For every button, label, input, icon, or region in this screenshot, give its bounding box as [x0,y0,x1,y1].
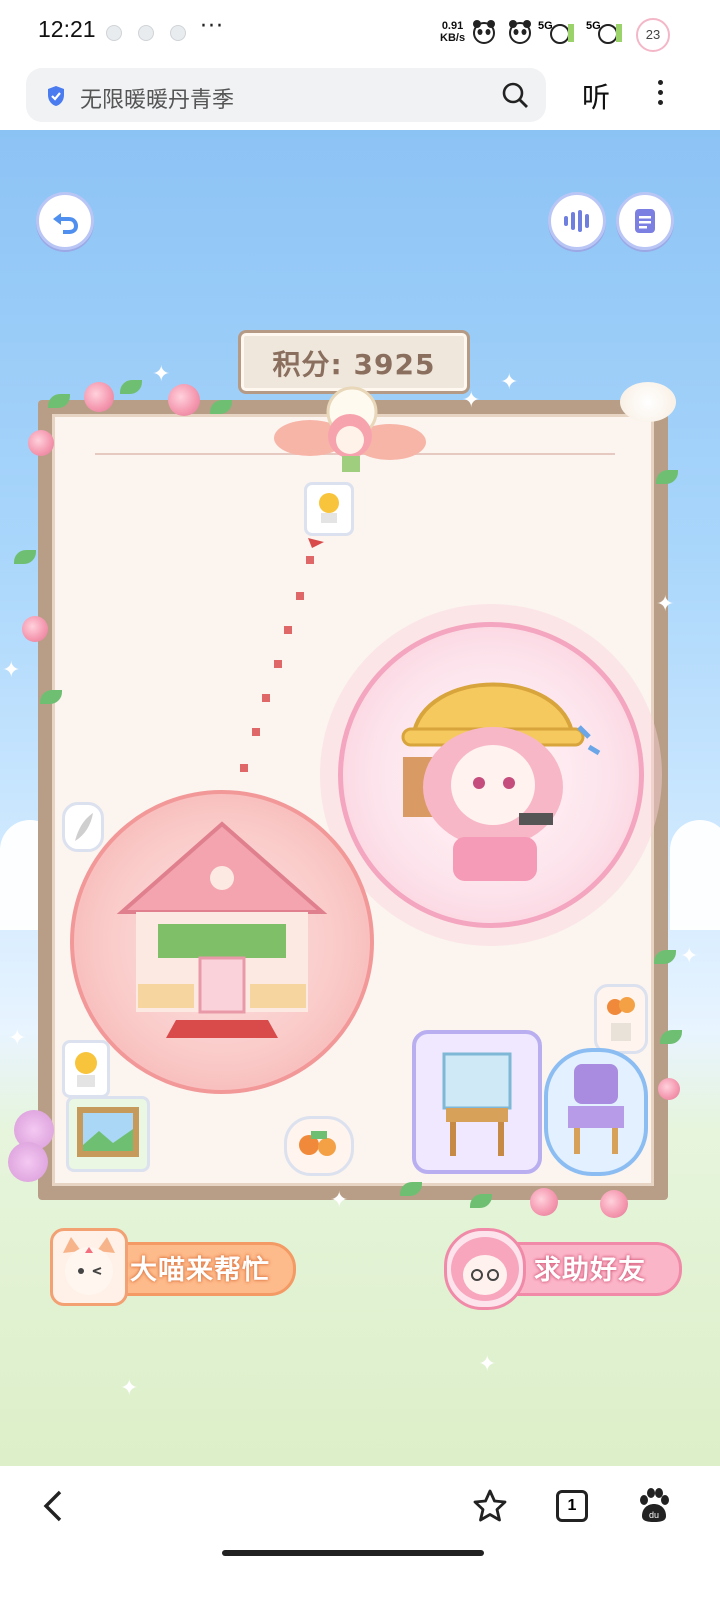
panda-icon [473,20,495,44]
rose-decoration [168,384,200,416]
notes-icon [635,209,655,233]
back-game-button[interactable] [36,192,94,250]
path-dot [252,728,260,736]
rose-decoration [22,616,48,642]
side-table-icon [442,1052,512,1156]
panda-icon [509,20,531,44]
sparkle-decoration: ✦ [656,592,675,617]
leaf-decoration [654,950,676,964]
browser-toolbar: 无限暖暖丹青季 听 [0,64,720,130]
cottage-icon [116,821,328,1038]
path-dot [296,592,304,600]
bottom-navigation: 1 du [0,1466,720,1601]
path-dot [262,694,270,702]
rose-decoration [28,430,54,456]
shield-icon [48,86,64,106]
feather-item-card[interactable] [62,802,104,852]
yellow-flower-icon [319,493,339,523]
rose-decoration [530,1188,558,1216]
help-cat-button[interactable]: 大喵来帮忙 [50,1228,296,1306]
star-icon[interactable] [470,1486,510,1526]
back-arrow-icon[interactable] [34,1486,74,1526]
sparkle-decoration: ✦ [8,1026,27,1051]
fairy-character-icon [274,386,426,472]
friend-avatar-icon [444,1228,526,1310]
notification-icon [170,25,186,41]
game-canvas: 积分: 3925 ✦ ✦ ✦ ✦ ✦ ✦ ✦ ✦ ✦ ✦ 大喵来帮忙 求助好友 [0,130,720,1466]
rose-decoration [658,1078,680,1100]
hydrangea-decoration [8,1142,48,1182]
clock: 12:21 [38,16,96,42]
purple-chair-icon [568,1064,624,1154]
vegetables-item-card[interactable] [284,1116,354,1176]
potted-flower-item-card[interactable] [594,984,648,1054]
home-indicator[interactable] [222,1550,484,1556]
signal-panda-icon [598,24,622,44]
builder-girl-bubble[interactable] [338,622,644,928]
leaf-decoration [14,550,36,564]
path-dot [274,660,282,668]
yellow-flower-icon [75,1052,97,1087]
score-plate: 积分: 3925 [238,330,470,394]
address-bar[interactable]: 无限暖暖丹青季 [26,68,546,122]
path-dot [240,764,248,772]
sound-button[interactable] [548,192,606,250]
white-flower-decoration [620,382,676,422]
signal-panda-icon [550,24,574,44]
rose-decoration [600,1190,628,1218]
leaf-decoration [120,380,142,394]
baidu-paw-icon[interactable]: du [634,1486,674,1526]
sparkle-decoration: ✦ [2,658,21,683]
flower-item-card[interactable] [62,1040,110,1098]
sparkle-decoration: ✦ [478,1352,497,1377]
page-title: 无限暖暖丹青季 [80,88,235,113]
more-notifications: ··· [200,14,224,39]
cloud-decoration [670,820,720,930]
tab-count-button[interactable]: 1 [556,1490,588,1522]
net-speed: 0.91 KB/s [440,20,466,44]
score-text: 积分: 3925 [272,348,436,381]
house-bubble[interactable] [70,790,374,1094]
status-bar: 12:21 ··· 0.91 KB/s 5G 5G 23 [0,0,720,64]
table-item-card[interactable] [412,1030,542,1174]
path-dot [284,626,292,634]
framed-picture-icon [77,1107,139,1157]
help-friend-button[interactable]: 求助好友 [440,1228,682,1310]
listen-button[interactable]: 听 [582,76,610,116]
notification-icon [138,25,154,41]
search-icon[interactable] [500,80,530,110]
leaf-decoration [656,470,678,484]
undo-icon [53,213,79,234]
sparkle-decoration: ✦ [330,1188,349,1213]
notification-icon [106,25,122,41]
cat-face-icon [50,1228,128,1306]
rose-decoration [84,382,114,412]
potted-flower-icon [607,997,635,1041]
notes-button[interactable] [616,192,674,250]
arrow-head-icon [308,538,324,548]
flower-item-card[interactable] [304,482,354,536]
path-dot [306,556,314,564]
sparkle-decoration: ✦ [500,370,519,395]
chair-item-card[interactable] [544,1048,648,1176]
sparkle-decoration: ✦ [120,1376,139,1401]
leaf-decoration [660,1030,682,1044]
kebab-icon[interactable] [650,76,670,112]
sparkle-decoration: ✦ [462,388,481,413]
painting-item-card[interactable] [66,1096,150,1172]
vegetables-icon [299,1131,336,1156]
help-friend-label: 求助好友 [534,1255,646,1286]
help-cat-label: 大喵来帮忙 [130,1255,270,1286]
sparkle-decoration: ✦ [680,944,699,969]
svg-text:du: du [649,1510,659,1520]
battery-icon: 23 [636,18,670,52]
feather-icon [75,813,93,841]
sound-wave-icon [564,210,589,232]
sparkle-decoration: ✦ [152,362,171,387]
builder-girl-icon [401,682,601,881]
leaf-decoration [470,1194,492,1208]
